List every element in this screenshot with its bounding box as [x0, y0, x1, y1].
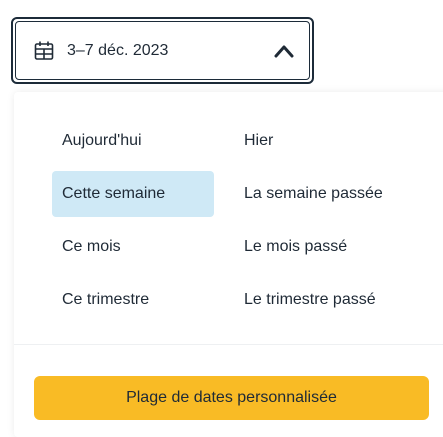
- preset-last-week[interactable]: La semaine passée: [234, 171, 424, 217]
- custom-date-range-button[interactable]: Plage de dates personnalisée: [34, 376, 429, 420]
- preset-this-month[interactable]: Ce mois: [52, 224, 214, 270]
- preset-today[interactable]: Aujourd'hui: [52, 118, 214, 164]
- chevron-up-icon[interactable]: [272, 42, 296, 60]
- preset-this-week[interactable]: Cette semaine: [52, 171, 214, 217]
- calendar-icon: [33, 40, 55, 62]
- date-range-value: 3–7 déc. 2023: [67, 41, 169, 59]
- divider: [14, 344, 443, 345]
- preset-last-quarter[interactable]: Le trimestre passé: [234, 277, 424, 323]
- date-range-field[interactable]: 3–7 déc. 2023: [11, 17, 314, 84]
- preset-yesterday[interactable]: Hier: [234, 118, 424, 164]
- date-preset-panel: Aujourd'hui Cette semaine Ce mois Ce tri…: [14, 92, 443, 437]
- preset-last-month[interactable]: Le mois passé: [234, 224, 424, 270]
- preset-this-quarter[interactable]: Ce trimestre: [52, 277, 214, 323]
